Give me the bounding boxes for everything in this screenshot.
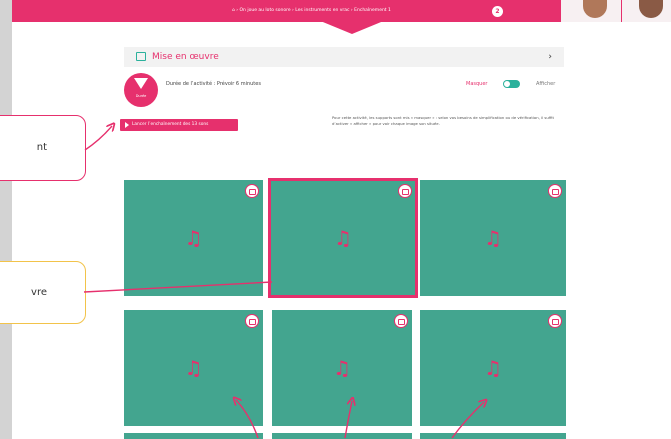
breadcrumb[interactable]: ⌂ › On joue au loto sonore › Les instrum… <box>232 6 502 16</box>
timer-label: Durée <box>135 94 147 98</box>
hourglass-icon <box>134 78 148 89</box>
music-note-icon: ♫ <box>184 356 203 380</box>
sound-card[interactable]: ♫ <box>420 180 566 296</box>
sound-card[interactable]: ♫ <box>272 310 412 426</box>
sound-card-selected[interactable]: ♫ <box>268 178 418 298</box>
callout-grid: vre <box>0 261 86 324</box>
banner-notch <box>318 20 386 34</box>
section-header-mise-en-oeuvre[interactable]: Mise en œuvre › <box>124 47 564 67</box>
callout-text: nt <box>36 142 47 153</box>
image-icon <box>249 188 256 195</box>
image-toggle-button[interactable] <box>548 184 562 198</box>
image-icon <box>552 318 559 325</box>
image-toggle-button[interactable] <box>394 314 408 328</box>
sound-card-partial[interactable] <box>124 433 263 439</box>
toggle-knob[interactable] <box>504 81 510 87</box>
section-title: Mise en œuvre <box>152 52 219 62</box>
music-note-icon: ♫ <box>484 226 502 250</box>
image-toggle-button[interactable] <box>245 184 259 198</box>
chevron-right-icon[interactable]: › <box>548 50 552 64</box>
music-note-icon: ♫ <box>334 226 352 250</box>
child-photo <box>639 0 663 18</box>
image-toggle-button[interactable] <box>245 314 259 328</box>
help-text: Pour cette activité, les supports sont m… <box>332 115 554 126</box>
image-icon <box>398 318 405 325</box>
music-note-icon: ♫ <box>184 226 203 250</box>
child-photo <box>583 0 607 18</box>
visibility-toggle[interactable]: Masquer Afficher <box>466 79 566 91</box>
toggle-switch[interactable] <box>503 80 520 88</box>
image-icon <box>552 188 559 195</box>
activity-duration: Durée de l’activité : Prévoir 6 minutes <box>166 81 261 87</box>
sound-card-partial[interactable] <box>420 433 566 439</box>
music-note-icon: ♫ <box>333 356 351 380</box>
image-icon <box>249 318 256 325</box>
image-icon <box>402 188 409 195</box>
play-icon <box>125 122 129 128</box>
launch-sequence-button[interactable]: Lancer l’enchaînement des 13 sons <box>120 119 238 131</box>
sound-card[interactable]: ♫ <box>124 310 263 426</box>
toggle-label-show[interactable]: Afficher <box>536 80 555 88</box>
left-gutter <box>0 0 12 439</box>
sound-card[interactable]: ♫ <box>124 180 263 296</box>
launch-label: Lancer l’enchaînement des 13 sons <box>132 122 209 127</box>
image-toggle-button[interactable] <box>548 314 562 328</box>
arrow-to-launch <box>84 126 112 151</box>
toggle-label-hide[interactable]: Masquer <box>466 80 487 88</box>
slide-icon <box>136 52 146 61</box>
timer-badge: Durée <box>124 73 158 107</box>
sound-card[interactable]: ♫ <box>420 310 566 426</box>
sound-card-partial[interactable] <box>272 433 412 439</box>
divider <box>621 0 622 22</box>
page-badge[interactable]: 2 <box>492 6 503 17</box>
callout-launch: nt <box>0 115 86 181</box>
music-note-icon: ♫ <box>484 356 502 380</box>
photo-strip <box>560 0 671 22</box>
image-toggle-button[interactable] <box>398 184 412 198</box>
callout-text: vre <box>31 286 47 298</box>
